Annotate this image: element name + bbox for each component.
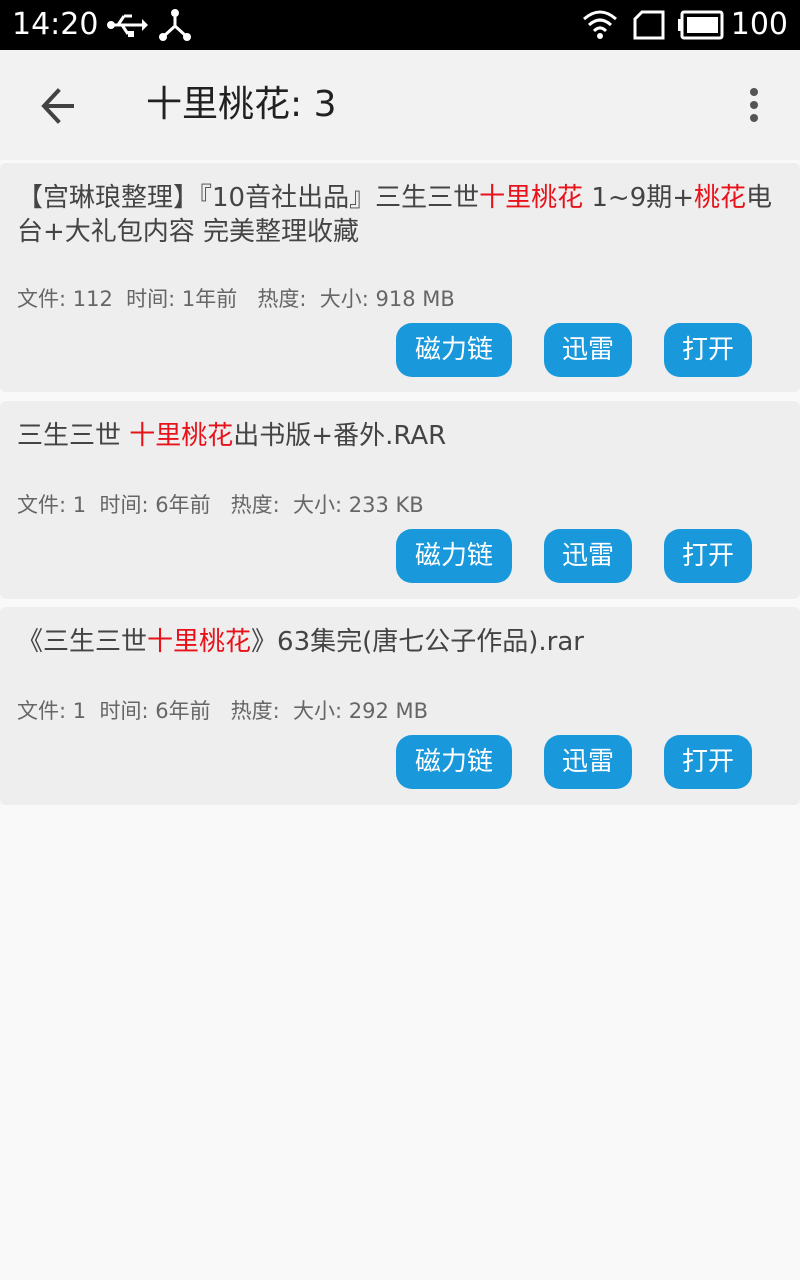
thunder-button[interactable]: 迅雷 (544, 323, 632, 377)
back-button[interactable] (30, 78, 86, 134)
title-segment: 出书版+番外.RAR (233, 421, 447, 451)
battery-level: 100 (730, 7, 788, 42)
result-meta: 文件: 112 时间: 1年前 热度: 大小: 918 MB (17, 287, 455, 311)
usb-icon (106, 10, 148, 44)
result-title: 【宫琳琅整理】『10音社出品』三生三世十里桃花 1~9期+桃花电台+大礼包内容 … (17, 181, 777, 249)
title-segment: 【宫琳琅整理】『10音社出品』三生三世 (17, 183, 480, 213)
overflow-menu-button[interactable] (736, 80, 772, 130)
battery-icon (678, 10, 724, 44)
result-meta: 文件: 1 时间: 6年前 热度: 大小: 233 KB (17, 493, 424, 517)
open-button[interactable]: 打开 (664, 735, 752, 789)
thunder-button[interactable]: 迅雷 (544, 735, 632, 789)
wifi-icon (582, 8, 618, 44)
result-card[interactable]: 三生三世 十里桃花出书版+番外.RAR 文件: 1 时间: 6年前 热度: 大小… (0, 401, 800, 599)
result-card[interactable]: 《三生三世十里桃花》63集完(唐七公子作品).rar 文件: 1 时间: 6年前… (0, 607, 800, 805)
app-bar: 十里桃花: 3 (0, 50, 800, 160)
open-button[interactable]: 打开 (664, 529, 752, 583)
thunder-button[interactable]: 迅雷 (544, 529, 632, 583)
title-segment: 》63集完(唐七公子作品).rar (251, 627, 584, 657)
share-node-icon (158, 8, 192, 46)
status-time: 14:20 (12, 7, 99, 42)
status-bar: 14:20 100 (0, 0, 800, 50)
result-title: 《三生三世十里桃花》63集完(唐七公子作品).rar (17, 625, 777, 659)
more-vert-icon (750, 88, 758, 122)
title-highlight: 桃花 (694, 183, 747, 213)
title-highlight: 十里桃花 (479, 183, 584, 213)
page-title: 十里桃花: 3 (146, 84, 337, 125)
magnet-link-button[interactable]: 磁力链 (396, 323, 512, 377)
title-highlight: 十里桃花 (147, 627, 252, 657)
title-segment: 《三生三世 (17, 627, 148, 657)
magnet-link-button[interactable]: 磁力链 (396, 529, 512, 583)
title-segment: 1~9期+ (583, 183, 695, 213)
sim-card-icon (632, 10, 666, 44)
title-segment: 三生三世 (17, 421, 130, 451)
result-meta: 文件: 1 时间: 6年前 热度: 大小: 292 MB (17, 699, 429, 723)
magnet-link-button[interactable]: 磁力链 (396, 735, 512, 789)
result-title: 三生三世 十里桃花出书版+番外.RAR (17, 419, 777, 453)
arrow-left-icon (41, 88, 74, 124)
open-button[interactable]: 打开 (664, 323, 752, 377)
result-card[interactable]: 【宫琳琅整理】『10音社出品』三生三世十里桃花 1~9期+桃花电台+大礼包内容 … (0, 163, 800, 392)
title-highlight: 十里桃花 (129, 421, 234, 451)
